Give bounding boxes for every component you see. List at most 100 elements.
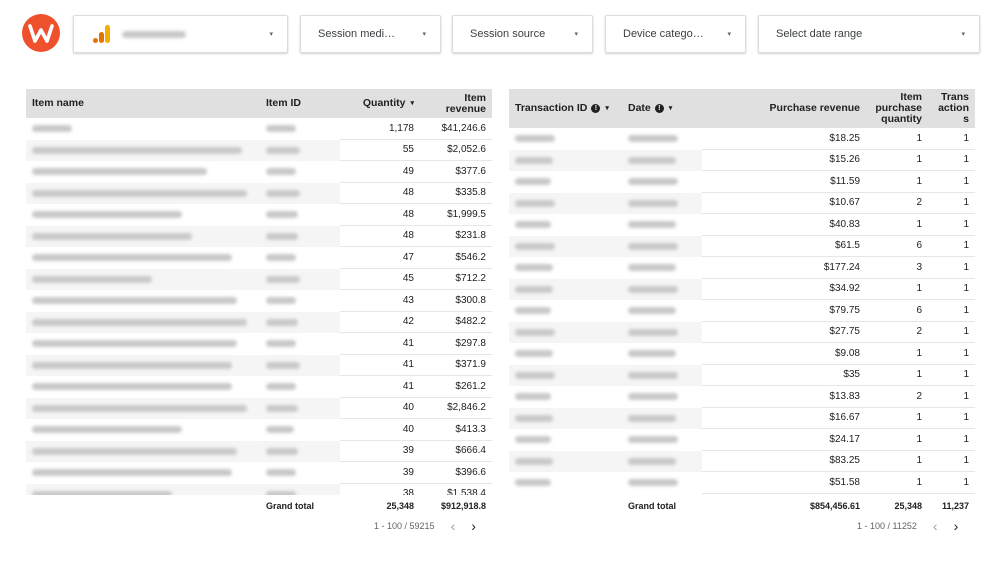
grand-total-transactions: 11,237 — [941, 501, 969, 511]
table-row[interactable]: $83.25 1 1 — [509, 450, 975, 472]
table-row[interactable]: 38 $1,538.4 — [26, 483, 492, 495]
table-row[interactable]: 41 $371.9 — [26, 354, 492, 376]
session-source-filter[interactable]: Session source ▾ — [452, 15, 593, 53]
table-row[interactable]: 39 $396.6 — [26, 462, 492, 484]
prev-page-icon[interactable]: ‹ — [451, 518, 456, 534]
table-row[interactable]: $61.5 6 1 — [509, 235, 975, 257]
purchase-revenue-cell: $10.67 — [702, 193, 866, 214]
grand-total-quantity: 25,348 — [386, 501, 414, 511]
table-row[interactable]: $24.17 1 1 — [509, 429, 975, 451]
col-quantity[interactable]: Quantity ▾ — [340, 89, 420, 118]
col-date[interactable]: Date! ▾ — [622, 89, 702, 128]
next-page-icon[interactable]: › — [471, 518, 476, 534]
transactions-cell: 1 — [928, 408, 975, 429]
date-cell — [622, 235, 702, 257]
col-transaction-id[interactable]: Transaction ID! ▾ — [509, 89, 622, 128]
item-name-cell — [26, 290, 260, 312]
transactions-cell: 1 — [928, 322, 975, 343]
item-purchase-quantity-cell: 1 — [866, 171, 928, 193]
account-selector[interactable]: ▾ — [73, 15, 288, 53]
quantity-cell: 42 — [340, 312, 420, 333]
table-row[interactable]: 39 $666.4 — [26, 440, 492, 462]
date-range-picker[interactable]: Select date range ▾ — [758, 15, 980, 53]
item-revenue-cell: $231.8 — [420, 226, 492, 247]
col-item-name[interactable]: Item name — [26, 89, 260, 118]
table-row[interactable]: 48 $335.8 — [26, 182, 492, 204]
grand-total-purchase-revenue: $854,456.61 — [809, 501, 860, 511]
transaction-id-cell — [509, 450, 622, 472]
table-row[interactable]: $35 1 1 — [509, 364, 975, 386]
transactions-cell: 1 — [928, 472, 975, 494]
table-row[interactable]: 43 $300.8 — [26, 290, 492, 312]
info-icon: ! — [654, 104, 664, 113]
table-row[interactable]: 1,178 $41,246.6 — [26, 118, 492, 140]
purchase-revenue-cell: $16.67 — [702, 408, 866, 429]
item-name-cell — [26, 118, 260, 140]
col-transactions[interactable]: Trans action s — [928, 89, 975, 128]
table-row[interactable]: $27.75 2 1 — [509, 321, 975, 343]
table-row[interactable]: 47 $546.2 — [26, 247, 492, 269]
item-purchase-quantity-cell: 1 — [866, 214, 928, 236]
transaction-id-cell — [509, 472, 622, 494]
transactions-cell: 1 — [928, 193, 975, 214]
grand-total-revenue: $912,918.8 — [440, 501, 486, 511]
table-row[interactable]: $15.26 1 1 — [509, 149, 975, 171]
table-row[interactable]: 40 $2,846.2 — [26, 397, 492, 419]
session-medium-label: Session medi… — [318, 28, 396, 40]
sort-icon: ▾ — [668, 105, 673, 112]
date-cell — [622, 128, 702, 150]
table-row[interactable]: 55 $2,052.6 — [26, 139, 492, 161]
quantity-cell: 41 — [340, 355, 420, 376]
table-row[interactable]: 49 $377.6 — [26, 161, 492, 183]
items-table: Item name Item ID Quantity ▾ Item revenue … — [26, 89, 492, 517]
item-id-cell — [260, 139, 340, 161]
table-row[interactable]: $51.58 1 1 — [509, 472, 975, 494]
col-qty-label-3: quantity — [881, 113, 922, 125]
purchase-revenue-cell: $9.08 — [702, 343, 866, 365]
table-row[interactable]: $79.75 6 1 — [509, 300, 975, 322]
item-purchase-quantity-cell: 3 — [866, 257, 928, 279]
device-category-filter[interactable]: Device catego… ▾ — [605, 15, 746, 53]
table-row[interactable]: 41 $297.8 — [26, 333, 492, 355]
table-row[interactable]: 45 $712.2 — [26, 268, 492, 290]
table-row[interactable]: $40.83 1 1 — [509, 214, 975, 236]
table-row[interactable]: $9.08 1 1 — [509, 343, 975, 365]
chevron-down-icon: ▾ — [727, 31, 731, 38]
items-table-footer: Grand total 25,348 $912,918.8 — [26, 495, 492, 517]
item-purchase-quantity-cell: 2 — [866, 193, 928, 214]
purchase-revenue-cell: $177.24 — [702, 257, 866, 279]
item-purchase-quantity-cell: 1 — [866, 451, 928, 472]
col-item-revenue[interactable]: Item revenue — [420, 89, 492, 118]
session-medium-filter[interactable]: Session medi… ▾ — [300, 15, 441, 53]
table-row[interactable]: $16.67 1 1 — [509, 407, 975, 429]
table-row[interactable]: $18.25 1 1 — [509, 128, 975, 150]
table-row[interactable]: 48 $231.8 — [26, 225, 492, 247]
table-row[interactable]: $10.67 2 1 — [509, 192, 975, 214]
item-revenue-cell: $2,052.6 — [420, 140, 492, 161]
table-row[interactable]: $177.24 3 1 — [509, 257, 975, 279]
col-item-purchase-quantity[interactable]: Item purchase quantity — [866, 89, 928, 128]
quantity-cell: 41 — [340, 376, 420, 398]
google-analytics-icon — [93, 25, 110, 43]
date-cell — [622, 364, 702, 386]
table-row[interactable]: 42 $482.2 — [26, 311, 492, 333]
table-row[interactable]: $11.59 1 1 — [509, 171, 975, 193]
table-row[interactable]: 48 $1,999.5 — [26, 204, 492, 226]
item-purchase-quantity-cell: 2 — [866, 322, 928, 343]
item-name-cell — [26, 139, 260, 161]
table-row[interactable]: $13.83 2 1 — [509, 386, 975, 408]
transactions-cell: 1 — [928, 386, 975, 408]
prev-page-icon[interactable]: ‹ — [933, 518, 938, 534]
table-row[interactable]: $34.92 1 1 — [509, 278, 975, 300]
table-row[interactable]: 41 $261.2 — [26, 376, 492, 398]
table-row[interactable]: 40 $413.3 — [26, 419, 492, 441]
item-revenue-cell: $261.2 — [420, 376, 492, 398]
next-page-icon[interactable]: › — [954, 518, 959, 534]
sort-icon: ▾ — [605, 105, 609, 112]
col-item-id[interactable]: Item ID — [260, 89, 340, 118]
help-icon: ! — [591, 104, 601, 113]
col-purchase-revenue[interactable]: Purchase revenue — [702, 89, 866, 128]
transactions-cell: 1 — [928, 214, 975, 236]
chevron-down-icon: ▾ — [269, 31, 273, 38]
chevron-down-icon: ▾ — [961, 31, 965, 38]
